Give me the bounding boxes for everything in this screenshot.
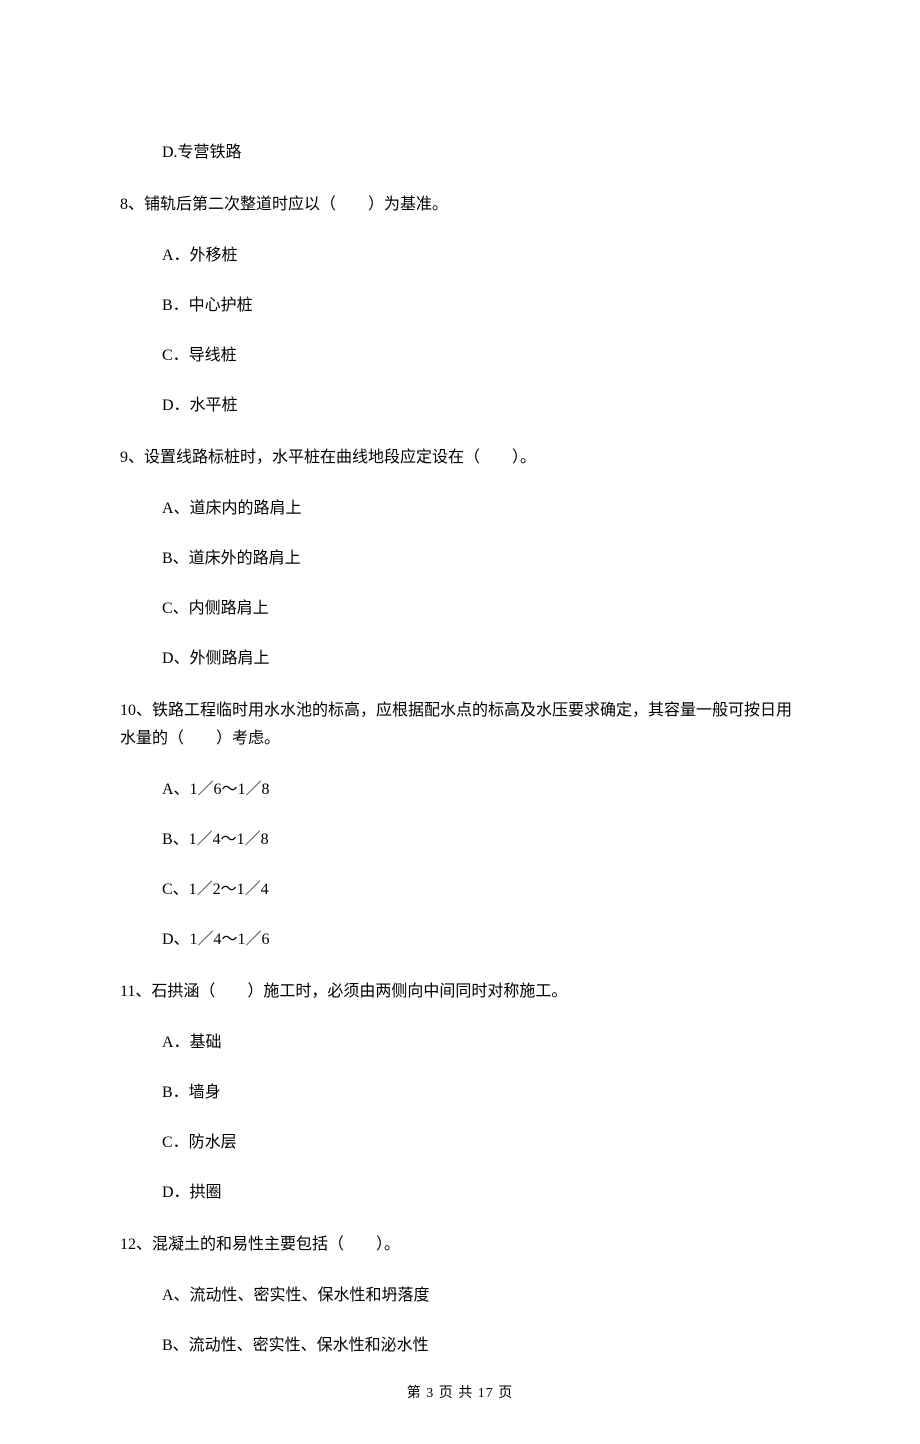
q11-option-a: A．基础 <box>162 1031 800 1055</box>
q11-option-d: D．拱圈 <box>162 1181 800 1205</box>
q8-option-a: A．外移桩 <box>162 244 800 268</box>
q8-option-c: C．导线桩 <box>162 344 800 368</box>
q12-option-a: A、流动性、密实性、保水性和坍落度 <box>162 1284 800 1308</box>
q11-option-c: C．防水层 <box>162 1131 800 1155</box>
q10-option-d: D、1／4～1／6 <box>162 928 800 952</box>
q10-option-a: A、1／6～1／8 <box>162 778 800 802</box>
q10-option-c: C、1／2～1／4 <box>162 878 800 902</box>
question-12: 12、混凝土的和易性主要包括（ ）。 <box>120 1231 800 1258</box>
q9-option-c: C、内侧路肩上 <box>162 597 800 621</box>
q9-option-b: B、道床外的路肩上 <box>162 547 800 571</box>
q8-option-d: D．水平桩 <box>162 394 800 418</box>
q10-option-b: B、1／4～1／8 <box>162 828 800 852</box>
q12-option-b: B、流动性、密实性、保水性和泌水性 <box>162 1334 800 1358</box>
q9-option-a: A、道床内的路肩上 <box>162 497 800 521</box>
page-content: D.专营铁路 8、铺轨后第二次整道时应以（ ）为基准。 A．外移桩 B．中心护桩… <box>0 0 920 1444</box>
q8-option-b: B．中心护桩 <box>162 294 800 318</box>
q7-option-d: D.专营铁路 <box>162 141 800 165</box>
question-8: 8、铺轨后第二次整道时应以（ ）为基准。 <box>120 191 800 218</box>
question-10: 10、铁路工程临时用水水池的标高，应根据配水点的标高及水压要求确定，其容量一般可… <box>120 697 800 751</box>
question-11: 11、石拱涵（ ）施工时，必须由两侧向中间同时对称施工。 <box>120 978 800 1005</box>
q9-option-d: D、外侧路肩上 <box>162 647 800 671</box>
question-9: 9、设置线路标桩时，水平桩在曲线地段应定设在（ ）。 <box>120 444 800 471</box>
page-footer: 第 3 页 共 17 页 <box>0 1383 920 1404</box>
q11-option-b: B．墙身 <box>162 1081 800 1105</box>
